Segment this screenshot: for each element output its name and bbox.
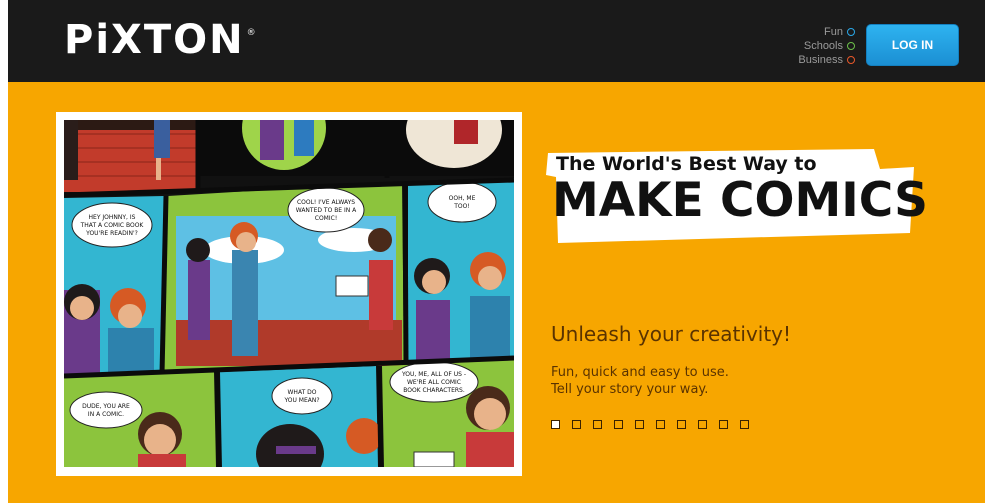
comic-strip-image: HEY JOHNNY, IS THAT A COMIC BOOK YOU'RE … xyxy=(64,120,514,467)
description-line-2: Tell your story your way. xyxy=(551,382,709,397)
pager-dot-1[interactable] xyxy=(551,420,560,429)
pager-dot-10[interactable] xyxy=(740,420,749,429)
svg-text:OOH, ME: OOH, ME xyxy=(449,195,476,202)
svg-text:YOU, ME, ALL OF US -: YOU, ME, ALL OF US - xyxy=(401,371,466,378)
pager-dot-8[interactable] xyxy=(698,420,707,429)
nav-link-business-label: Business xyxy=(798,54,843,66)
pager-dot-4[interactable] xyxy=(614,420,623,429)
login-button[interactable]: LOG IN xyxy=(866,24,959,66)
pager-dot-2[interactable] xyxy=(572,420,581,429)
nav-link-fun[interactable]: Fun xyxy=(798,25,855,39)
pager-dot-3[interactable] xyxy=(593,420,602,429)
slide-pager xyxy=(551,420,749,429)
circle-icon xyxy=(847,28,855,36)
audience-nav: Fun Schools Business xyxy=(798,25,855,67)
hero-tagline: Unleash your creativity! xyxy=(551,322,792,346)
svg-text:TOO!: TOO! xyxy=(453,203,470,210)
logo-text: PiXTON xyxy=(64,17,245,63)
comic-preview: HEY JOHNNY, IS THAT A COMIC BOOK YOU'RE … xyxy=(56,112,522,476)
svg-text:THAT A COMIC BOOK: THAT A COMIC BOOK xyxy=(80,222,145,229)
svg-text:WE'RE ALL COMIC: WE'RE ALL COMIC xyxy=(407,379,461,386)
pager-dot-6[interactable] xyxy=(656,420,665,429)
hero-headline: The World's Best Way to MAKE COMICS xyxy=(544,147,928,245)
pager-dot-5[interactable] xyxy=(635,420,644,429)
svg-text:YOU MEAN?: YOU MEAN? xyxy=(283,397,319,404)
headline-big: MAKE COMICS xyxy=(552,173,928,228)
pager-dot-9[interactable] xyxy=(719,420,728,429)
circle-icon xyxy=(847,56,855,64)
svg-text:DUDE, YOU ARE: DUDE, YOU ARE xyxy=(82,403,130,410)
svg-text:YOU'RE READIN'?: YOU'RE READIN'? xyxy=(85,230,138,237)
comic-illustration: HEY JOHNNY, IS THAT A COMIC BOOK YOU'RE … xyxy=(64,120,514,467)
headline-small: The World's Best Way to xyxy=(556,153,817,175)
hero-description: Fun, quick and easy to use. Tell your st… xyxy=(551,364,729,398)
circle-icon xyxy=(847,42,855,50)
nav-link-business[interactable]: Business xyxy=(798,53,855,67)
svg-text:WANTED TO BE IN A: WANTED TO BE IN A xyxy=(296,207,357,214)
svg-text:WHAT DO: WHAT DO xyxy=(288,389,317,396)
svg-text:IN A COMIC.: IN A COMIC. xyxy=(88,411,124,418)
pixton-logo[interactable]: PiXTON ® xyxy=(64,14,256,66)
nav-link-fun-label: Fun xyxy=(824,26,843,38)
svg-text:HEY JOHNNY, IS: HEY JOHNNY, IS xyxy=(89,214,136,221)
svg-text:BOOK CHARACTERS.: BOOK CHARACTERS. xyxy=(403,387,465,394)
pager-dot-7[interactable] xyxy=(677,420,686,429)
description-line-1: Fun, quick and easy to use. xyxy=(551,365,729,380)
hero-section: HEY JOHNNY, IS THAT A COMIC BOOK YOU'RE … xyxy=(8,82,985,503)
registered-mark: ® xyxy=(246,28,256,38)
nav-link-schools-label: Schools xyxy=(803,40,843,52)
svg-text:COMIC!: COMIC! xyxy=(315,215,337,222)
nav-link-schools[interactable]: Schools xyxy=(798,39,855,53)
svg-text:COOL! I'VE ALWAYS: COOL! I'VE ALWAYS xyxy=(297,199,355,206)
top-bar: PiXTON ® Fun Schools Business LOG IN xyxy=(8,0,985,82)
